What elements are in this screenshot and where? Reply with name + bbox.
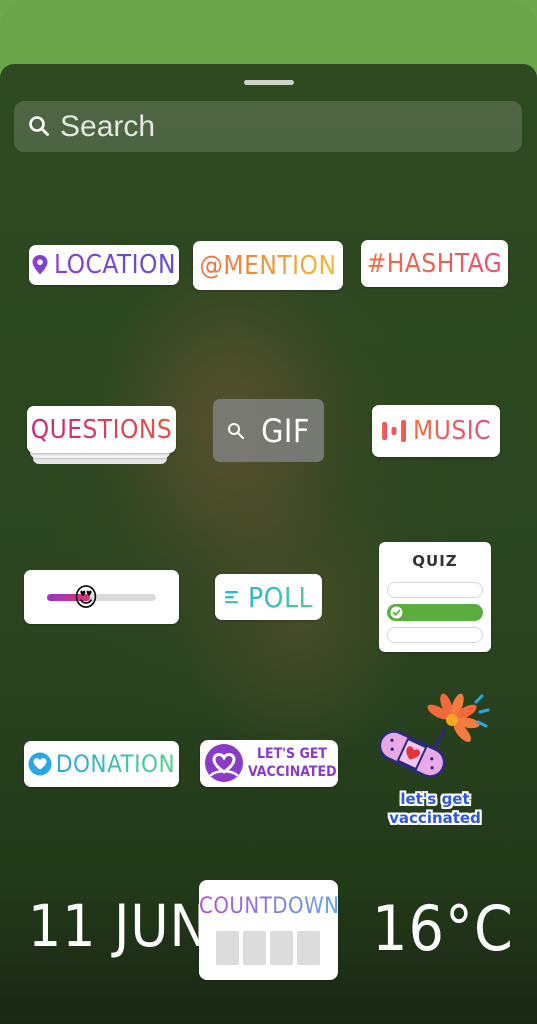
temperature-sticker[interactable]: 16°C (372, 892, 514, 965)
quiz-title: QUIZ (412, 552, 458, 570)
drag-handle[interactable] (244, 80, 294, 85)
countdown-digit-box (243, 931, 266, 965)
music-bars-icon (382, 420, 407, 442)
quiz-sticker[interactable]: QUIZ (379, 542, 491, 652)
bandage-flower-icon (378, 693, 490, 778)
countdown-digit-box (216, 931, 239, 965)
hashtag-label: #HASHTAG (366, 248, 503, 279)
quiz-option-2-correct[interactable] (387, 604, 483, 621)
heart-circle-icon (28, 752, 52, 776)
location-pin-icon (32, 255, 48, 275)
gif-label: GIF (261, 411, 310, 450)
search-bar[interactable] (14, 101, 522, 152)
quiz-option-3[interactable] (387, 627, 483, 643)
search-icon (228, 422, 245, 439)
donation-sticker[interactable]: DONATION (24, 741, 179, 787)
lets-get-vaccinated-art-sticker[interactable]: let's get vaccinated (372, 692, 498, 832)
lets-get-vaccinated-badge-sticker[interactable]: LET'S GET VACCINATED (200, 740, 338, 787)
top-status-area (0, 0, 537, 70)
music-label: MUSIC (413, 416, 491, 446)
vaccinated-badge-line1: LET'S GET (256, 746, 328, 762)
countdown-digit-box (297, 931, 320, 965)
music-sticker[interactable]: MUSIC (372, 405, 500, 457)
vaccinated-badge-line2: VACCINATED (248, 764, 337, 780)
sticker-tray-sheet: LOCATION @MENTION #HASHTAG QUESTIONS GIF… (0, 64, 537, 1024)
heart-eyes-emoji[interactable]: 😍 (70, 582, 102, 614)
mention-label: @MENTION (199, 250, 337, 281)
countdown-digit-box (270, 931, 293, 965)
search-input[interactable] (60, 101, 500, 152)
hashtag-sticker[interactable]: #HASHTAG (361, 240, 508, 287)
donation-label: DONATION (55, 750, 176, 778)
vaccinated-art-text: let's get vaccinated (372, 790, 498, 828)
mention-sticker[interactable]: @MENTION (193, 241, 343, 290)
emoji-slider-sticker[interactable]: 😍 (24, 570, 179, 624)
questions-label: QUESTIONS (30, 414, 173, 445)
countdown-label: COUNTDOWN (199, 894, 340, 919)
check-circle-icon (390, 606, 403, 619)
gif-sticker[interactable]: GIF (213, 399, 324, 462)
poll-sticker[interactable]: POLL (215, 574, 322, 620)
vaccine-heart-icon (205, 744, 243, 782)
search-icon (29, 116, 49, 136)
questions-sticker[interactable]: QUESTIONS (27, 406, 176, 453)
location-sticker[interactable]: LOCATION (29, 245, 179, 285)
poll-lines-icon (224, 591, 238, 604)
countdown-sticker[interactable]: COUNTDOWN (199, 880, 340, 980)
location-label: LOCATION (54, 250, 176, 280)
date-sticker[interactable]: 11 JUN (28, 892, 210, 960)
quiz-option-1[interactable] (387, 582, 483, 598)
vaccinated-art-line2: vaccinated (389, 809, 481, 827)
vaccinated-badge-text: LET'S GET VACCINATED (248, 745, 337, 781)
poll-label: POLL (247, 580, 314, 614)
vaccinated-art-line1: let's get (400, 790, 470, 808)
